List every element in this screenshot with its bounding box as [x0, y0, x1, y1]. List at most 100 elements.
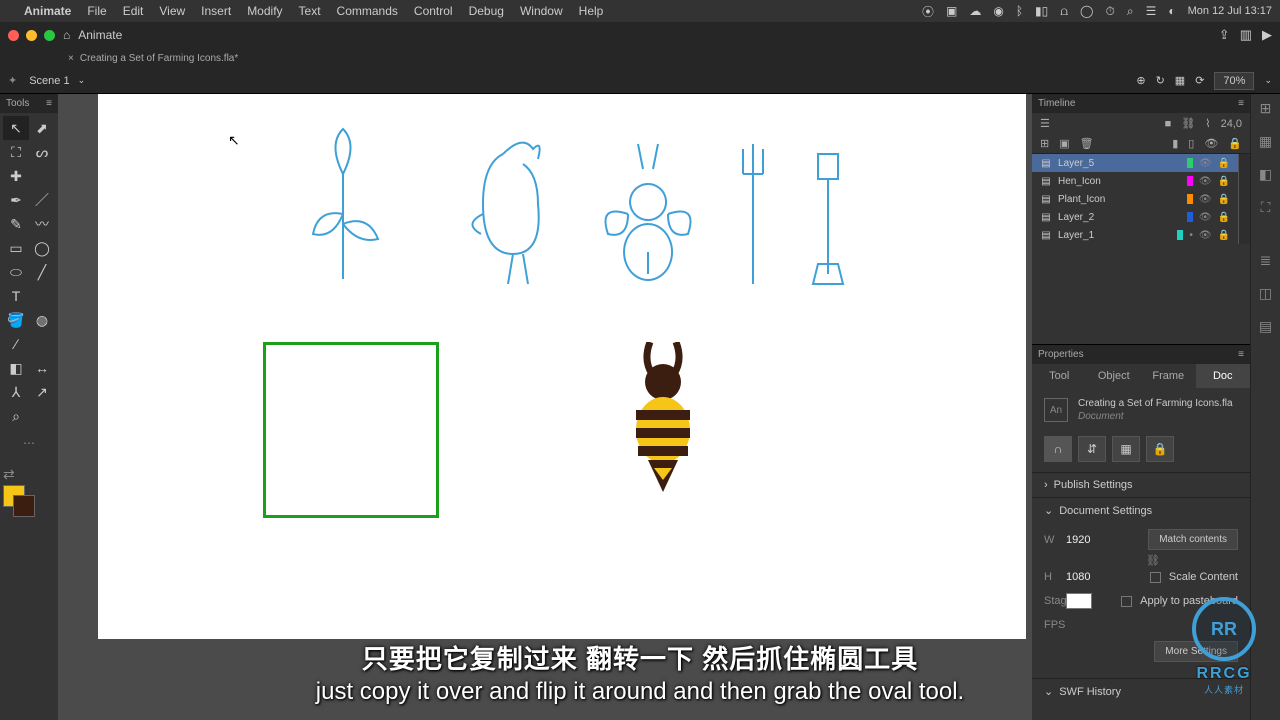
free-transform-tool[interactable]: ⛶: [3, 140, 29, 164]
publish-settings-section[interactable]: › Publish Settings: [1032, 472, 1250, 497]
layer-toggles[interactable]: 👁🔒: [1199, 212, 1230, 223]
visibility-icon[interactable]: 👁: [1204, 137, 1218, 150]
zoom-dropdown-icon[interactable]: ⌄: [1264, 75, 1272, 86]
history-panel-icon[interactable]: ≣: [1260, 252, 1272, 269]
control-center-icon[interactable]: ☰: [1146, 4, 1157, 18]
pencil-tool[interactable]: ✎: [3, 212, 29, 236]
lock-icon[interactable]: 🔒: [1218, 230, 1230, 241]
clock-icon[interactable]: ⏱: [1105, 4, 1114, 19]
menu-insert[interactable]: Insert: [201, 4, 231, 18]
panel-menu-icon[interactable]: ≡: [46, 98, 52, 109]
layer-color-chip[interactable]: [1187, 176, 1193, 186]
battery-icon[interactable]: ▮▯: [1035, 4, 1048, 18]
layer-color-chip[interactable]: [1187, 158, 1193, 168]
layer-toggles[interactable]: 👁🔒: [1199, 158, 1230, 169]
record-icon[interactable]: ⦿: [922, 3, 934, 20]
layer-label[interactable]: Layer_5: [1058, 158, 1181, 169]
eye-icon[interactable]: 👁: [1199, 158, 1212, 169]
delete-layer-icon[interactable]: 🗑: [1080, 137, 1094, 150]
canvas-area[interactable]: ↖: [58, 94, 1032, 720]
menu-file[interactable]: File: [87, 4, 106, 18]
scale-content-checkbox[interactable]: [1150, 572, 1161, 583]
layer-color-chip[interactable]: [1177, 230, 1183, 240]
match-contents-button[interactable]: Match contents: [1148, 529, 1238, 550]
maximize-window[interactable]: [44, 30, 55, 41]
share-icon[interactable]: ⇪: [1219, 27, 1230, 43]
app-name[interactable]: Animate: [24, 4, 71, 18]
document-tab[interactable]: × Creating a Set of Farming Icons.fla*: [60, 48, 246, 68]
swap-colors-icon[interactable]: ⇄: [3, 466, 15, 483]
bone-tool[interactable]: ⅄: [3, 380, 29, 404]
graph-icon[interactable]: ⌇: [1205, 117, 1210, 130]
layer-toggles[interactable]: •👁🔒: [1189, 230, 1230, 241]
chevron-down-icon[interactable]: ⌄: [78, 75, 86, 86]
lock-icon[interactable]: 🔒: [1218, 194, 1230, 205]
layer-row[interactable]: ▤ Plant_Icon 👁🔒: [1032, 190, 1238, 208]
paint-brush-tool[interactable]: 〰: [29, 212, 55, 236]
line-tool[interactable]: ╱: [29, 260, 55, 284]
layer-toggles[interactable]: 👁🔒: [1199, 194, 1230, 205]
eyedropper-tool[interactable]: ∕: [3, 332, 29, 356]
bee-graphic[interactable]: [628, 342, 698, 507]
lasso-tool[interactable]: ᔕ: [29, 140, 55, 164]
new-layer-icon[interactable]: ⊞: [1040, 137, 1049, 150]
oval-tool[interactable]: ◯: [29, 236, 55, 260]
menu-control[interactable]: Control: [414, 4, 453, 18]
stage-color-swatch[interactable]: [1066, 593, 1092, 609]
brush-tool[interactable]: ／: [29, 188, 55, 212]
eye-icon[interactable]: 👁: [1199, 176, 1212, 187]
library-panel-icon[interactable]: ▦: [1259, 133, 1272, 150]
layer-row[interactable]: ▤ Layer_5 👁🔒: [1032, 154, 1238, 172]
lock-icon[interactable]: 🔒: [1146, 436, 1174, 462]
layer-label[interactable]: Plant_Icon: [1058, 194, 1181, 205]
grid-icon[interactable]: ▦: [1112, 436, 1140, 462]
ink-bottle-tool[interactable]: ◍: [29, 308, 55, 332]
zoom-input[interactable]: 70%: [1214, 72, 1254, 90]
volume-icon[interactable]: ◯: [1080, 4, 1093, 18]
height-value[interactable]: 1080: [1066, 571, 1090, 583]
clip-stage-icon[interactable]: ▦: [1175, 74, 1185, 87]
selection-tool[interactable]: ↖: [3, 116, 29, 140]
more-settings-button[interactable]: More Settings: [1154, 641, 1238, 662]
minimize-window[interactable]: [26, 30, 37, 41]
play-icon[interactable]: ▶: [1262, 27, 1272, 43]
subselection-tool[interactable]: ⬈: [29, 116, 55, 140]
document-settings-section[interactable]: ⌄ Document Settings: [1032, 497, 1250, 523]
eye-icon[interactable]: 👁: [1199, 212, 1212, 223]
stroke-color-swatch[interactable]: [13, 495, 35, 517]
stage[interactable]: ↖: [98, 94, 1026, 639]
camera-icon[interactable]: ■: [1165, 118, 1172, 130]
ellipse-tool[interactable]: ⬭: [3, 260, 29, 284]
layer-color-chip[interactable]: [1187, 194, 1193, 204]
center-stage-icon[interactable]: ⊕: [1136, 74, 1145, 87]
eye-icon[interactable]: 👁: [1199, 230, 1212, 241]
transform-panel-icon[interactable]: ⛶: [1261, 199, 1271, 216]
tab-frame[interactable]: Frame: [1141, 364, 1196, 388]
menu-commands[interactable]: Commands: [337, 4, 398, 18]
link-wh-icon[interactable]: ⛓: [1068, 554, 1238, 567]
text-tool[interactable]: T: [3, 284, 29, 308]
workspace-icon[interactable]: ▥: [1240, 27, 1252, 43]
swatches-panel-icon[interactable]: ◫: [1259, 285, 1272, 302]
layer-row[interactable]: ▤ Hen_Icon 👁🔒: [1032, 172, 1238, 190]
menu-debug[interactable]: Debug: [469, 4, 504, 18]
green-rectangle[interactable]: [263, 342, 439, 518]
parent-icon[interactable]: ⛓: [1181, 117, 1195, 130]
tab-tool[interactable]: Tool: [1032, 364, 1087, 388]
more-tools-icon[interactable]: ⋯: [0, 431, 58, 455]
tab-doc[interactable]: Doc: [1196, 364, 1251, 388]
layer-row[interactable]: ▤ Layer_2 👁🔒: [1032, 208, 1238, 226]
layer-label[interactable]: Layer_1: [1058, 230, 1171, 241]
screenshare-icon[interactable]: ▣: [946, 4, 957, 18]
camera-tool[interactable]: ✚: [3, 164, 29, 188]
panel-menu-icon[interactable]: ≡: [1238, 349, 1244, 360]
color-panel-icon[interactable]: ◧: [1259, 166, 1272, 183]
close-tab-icon[interactable]: ×: [68, 53, 74, 64]
scene-name[interactable]: Scene 1 ⌄: [29, 75, 85, 87]
panel-menu-icon[interactable]: ≡: [1238, 98, 1244, 109]
snap-icon[interactable]: ∩: [1044, 436, 1072, 462]
layer-label[interactable]: Layer_2: [1058, 212, 1181, 223]
layer-label[interactable]: Hen_Icon: [1058, 176, 1181, 187]
cc-icon[interactable]: ☁: [969, 4, 981, 18]
layer-toggles[interactable]: 👁🔒: [1199, 176, 1230, 187]
